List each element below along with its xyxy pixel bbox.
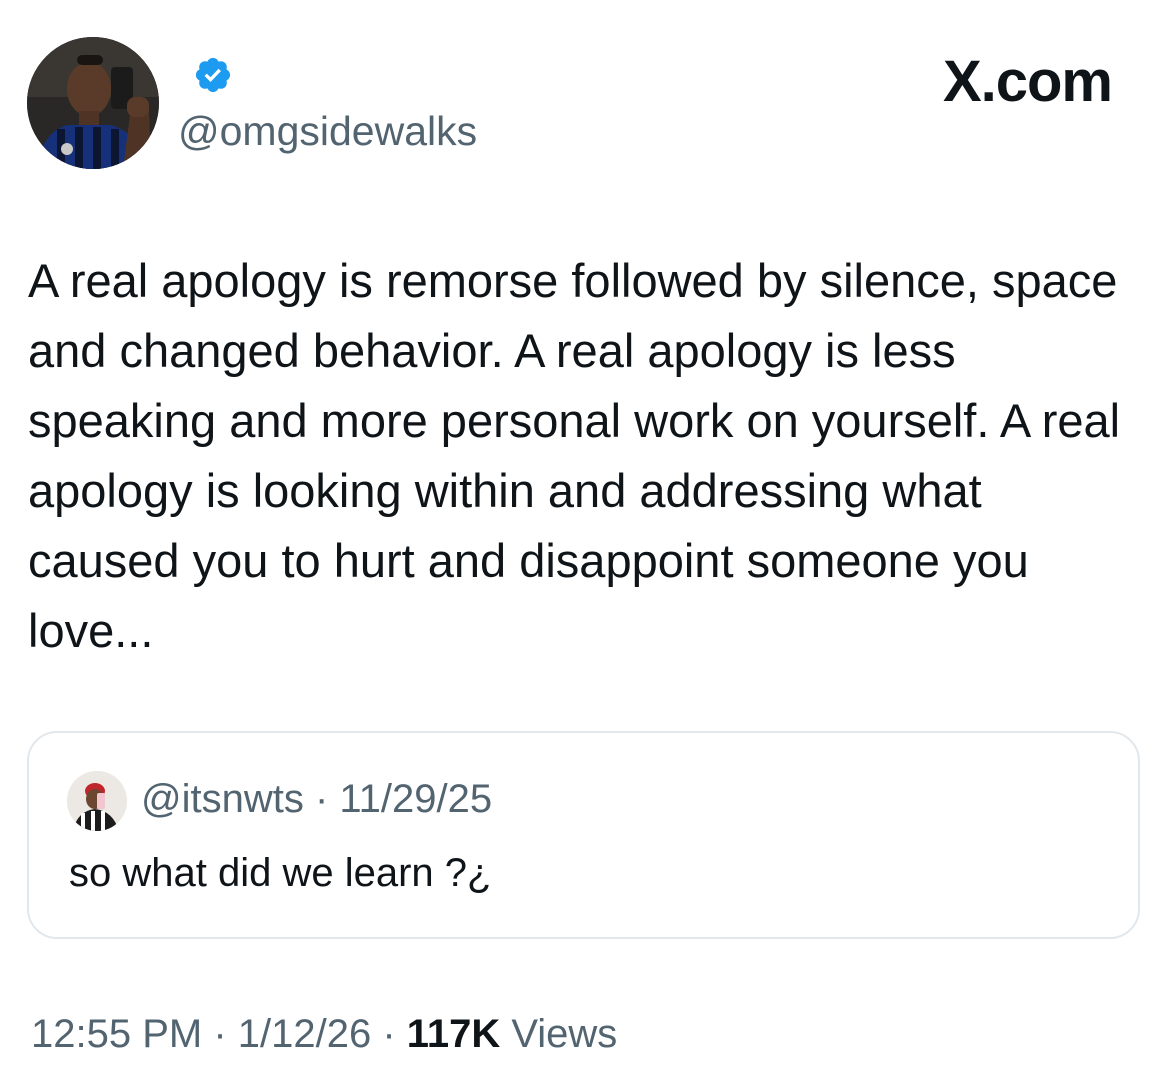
author-handle[interactable]: @omgsidewalks — [178, 108, 477, 155]
views-label: Views — [500, 1012, 618, 1056]
quoted-user-avatar[interactable] — [67, 771, 127, 831]
quoted-handle[interactable]: @itsnwts — [141, 777, 304, 821]
author-avatar[interactable] — [27, 37, 159, 169]
quoted-avatar-photo — [67, 771, 127, 831]
footer-separator: · — [371, 1012, 407, 1056]
verified-badge-icon — [195, 57, 231, 93]
quoted-tweet-card[interactable]: @itsnwts · 11/29/25 so what did we learn… — [27, 731, 1140, 939]
tweet-time[interactable]: 12:55 PM — [31, 1012, 202, 1056]
avatar-photo — [27, 37, 159, 169]
tweet-text: A real apology is remorse followed by si… — [28, 254, 1121, 657]
footer-separator: · — [202, 1012, 238, 1056]
quoted-separator: · — [303, 777, 340, 821]
tweet-footer: 12:55 PM · 1/12/26 · 117K Views — [31, 1012, 617, 1057]
quoted-text: so what did we learn ?¿ — [69, 851, 492, 895]
brand-logo-text: X.com — [942, 49, 1113, 114]
quoted-date[interactable]: 11/29/25 — [339, 777, 492, 821]
views-count: 117K — [406, 1012, 501, 1056]
tweet-date[interactable]: 1/12/26 — [238, 1012, 371, 1056]
quoted-meta: @itsnwts · 11/29/25 — [141, 777, 492, 822]
